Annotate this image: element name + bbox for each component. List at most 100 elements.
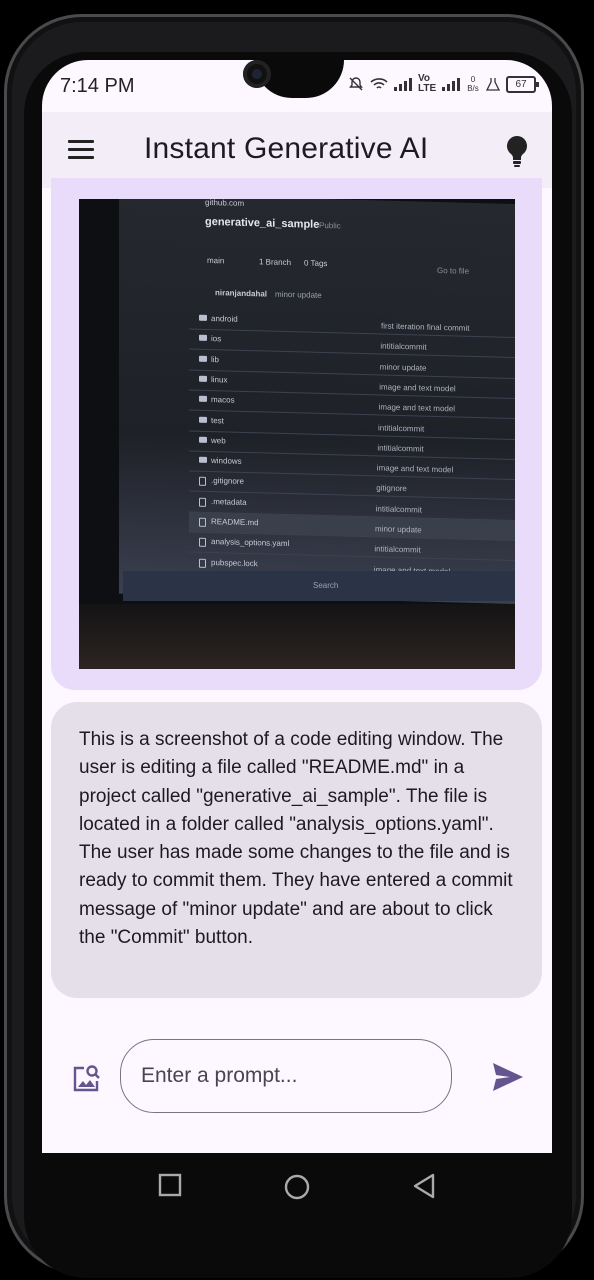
photo-file-commit: minor update — [379, 362, 427, 373]
photo-author: niranjandahal — [215, 288, 268, 299]
photo-file-name: pubspec.lock — [211, 557, 258, 568]
photo-file-commit: minor update — [375, 524, 422, 535]
photo-file-commit: intitialcommit — [374, 544, 421, 555]
photo-file-name: lib — [211, 354, 220, 364]
photo-file-name: linux — [211, 374, 228, 385]
folder-icon — [199, 416, 207, 423]
photo-laptop-screen: github.com generative_ai_sample Public m… — [119, 199, 515, 605]
photo-file-name: test — [211, 415, 224, 425]
photo-file-row: pubspec.lock image and text model — [119, 199, 515, 582]
photo-file-row: test intitialcommit — [119, 199, 515, 440]
photo-branch: main — [207, 255, 225, 266]
photo-file-commit: first iteration final commit — [381, 321, 470, 333]
wifi-icon — [370, 78, 388, 89]
status-icons: Vo LTE 0 B/s 67 — [348, 73, 539, 94]
network-label: Vo LTE — [418, 73, 437, 94]
file-icon — [199, 558, 206, 568]
folder-icon — [199, 335, 207, 342]
send-icon[interactable] — [491, 1061, 525, 1093]
photo-last-commit: minor update — [275, 289, 322, 300]
photo-file-row: ios intitialcommit — [119, 199, 515, 359]
photo-file-commit: intitialcommit — [375, 504, 422, 515]
file-icon — [199, 538, 206, 548]
file-icon — [199, 497, 206, 507]
folder-icon — [199, 436, 207, 443]
chat-list[interactable]: github.com generative_ai_sample Public m… — [42, 178, 552, 1060]
front-camera — [243, 60, 271, 88]
image-search-icon[interactable] — [70, 1063, 102, 1095]
folder-icon — [199, 395, 207, 403]
home-circle-icon[interactable] — [283, 1173, 311, 1201]
photo-row-divider — [189, 348, 515, 359]
photo-file-name: android — [211, 314, 238, 324]
photo-site: github.com — [205, 199, 245, 208]
photo-visibility: Public — [319, 220, 341, 231]
battery-level: 67 — [515, 78, 527, 90]
photo-file-name: .gitignore — [211, 476, 244, 487]
ai-response-text: This is a screenshot of a code editing w… — [79, 729, 513, 949]
photo-repo-name: generative_ai_sample — [205, 215, 320, 231]
status-bar: 7:14 PM Vo LTE 0 B/s 67 — [42, 60, 552, 112]
photo-file-commit: intitialcommit — [378, 422, 425, 434]
folder-icon — [199, 355, 207, 362]
photo-file-commit: intitialcommit — [377, 443, 424, 454]
app-title: Instant Generative AI — [144, 132, 429, 165]
photo-file-row: .metadata intitialcommit — [119, 199, 515, 522]
ai-response-message: This is a screenshot of a code editing w… — [51, 702, 542, 998]
photo-row-divider — [189, 409, 515, 420]
photo-file-row: .gitignore gitignore — [119, 199, 515, 501]
photo-row-divider — [189, 389, 515, 400]
recents-square-icon[interactable] — [158, 1173, 182, 1197]
photo-branch-count: 1 Branch — [259, 257, 292, 268]
photo-file-name: README.md — [211, 517, 259, 528]
battery-icon: 67 — [506, 75, 539, 93]
photo-file-commit: image and text model — [378, 402, 456, 414]
signal-bars-icon — [394, 77, 412, 91]
photo-file-row: README.md minor update — [119, 199, 515, 542]
data-rate: 0 B/s — [467, 75, 479, 93]
signal-bars-2-icon — [442, 77, 460, 91]
file-icon — [199, 517, 206, 527]
photo-file-row: analysis_options.yaml intitialcommit — [119, 199, 515, 562]
photo-search: Go to file — [437, 265, 470, 276]
photo-taskbar: Search — [123, 571, 515, 601]
photo-file-name: .metadata — [211, 496, 247, 507]
photo-laptop-base — [79, 604, 515, 669]
photo-file-list: android first iteration final commit ios in… — [119, 199, 515, 582]
flask-icon — [486, 77, 500, 91]
photo-file-row: web intitialcommit — [119, 199, 515, 461]
mute-bell-icon — [349, 77, 363, 91]
photo-file-row: lib minor update — [119, 199, 515, 379]
photo-file-commit: image and text model — [379, 382, 456, 394]
photo-row-divider — [189, 429, 515, 440]
lightbulb-icon[interactable] — [502, 134, 532, 168]
folder-icon — [199, 456, 207, 464]
app-bar: Instant Generative AI — [42, 112, 552, 188]
folder-icon — [199, 314, 207, 321]
photo-file-name: ios — [211, 334, 222, 344]
photo-file-row: android first iteration final commit — [119, 199, 515, 339]
photo-tag-count: 0 Tags — [304, 258, 328, 269]
status-time: 7:14 PM — [60, 75, 135, 97]
photo-file-name: analysis_options.yaml — [211, 537, 290, 549]
file-icon — [199, 477, 206, 487]
photo-file-commit: gitignore — [376, 483, 407, 494]
photo-file-row: macos image and text model — [119, 199, 515, 420]
folder-icon — [199, 375, 207, 382]
photo-file-name: web — [211, 435, 226, 446]
photo-file-row: windows image and text model — [119, 199, 515, 481]
photo-file-name: windows — [211, 456, 242, 466]
back-triangle-icon[interactable] — [412, 1173, 436, 1199]
photo-file-commit: intitialcommit — [380, 341, 427, 352]
app-screen: 7:14 PM Vo LTE 0 B/s 67 Instant Generati… — [42, 60, 552, 1153]
system-nav-bar — [42, 1153, 552, 1223]
photo-file-commit: image and text model — [376, 463, 454, 475]
photo-file-name: macos — [211, 395, 235, 405]
prompt-input[interactable] — [120, 1039, 452, 1113]
photo-row-divider — [189, 369, 515, 379]
photo-file-row: linux image and text model — [119, 199, 515, 400]
uploaded-photo[interactable]: github.com generative_ai_sample Public m… — [79, 199, 515, 669]
photo-taskbar-search: Search — [313, 581, 339, 590]
hamburger-menu-icon[interactable] — [68, 140, 94, 160]
user-image-message: github.com generative_ai_sample Public m… — [51, 178, 542, 690]
